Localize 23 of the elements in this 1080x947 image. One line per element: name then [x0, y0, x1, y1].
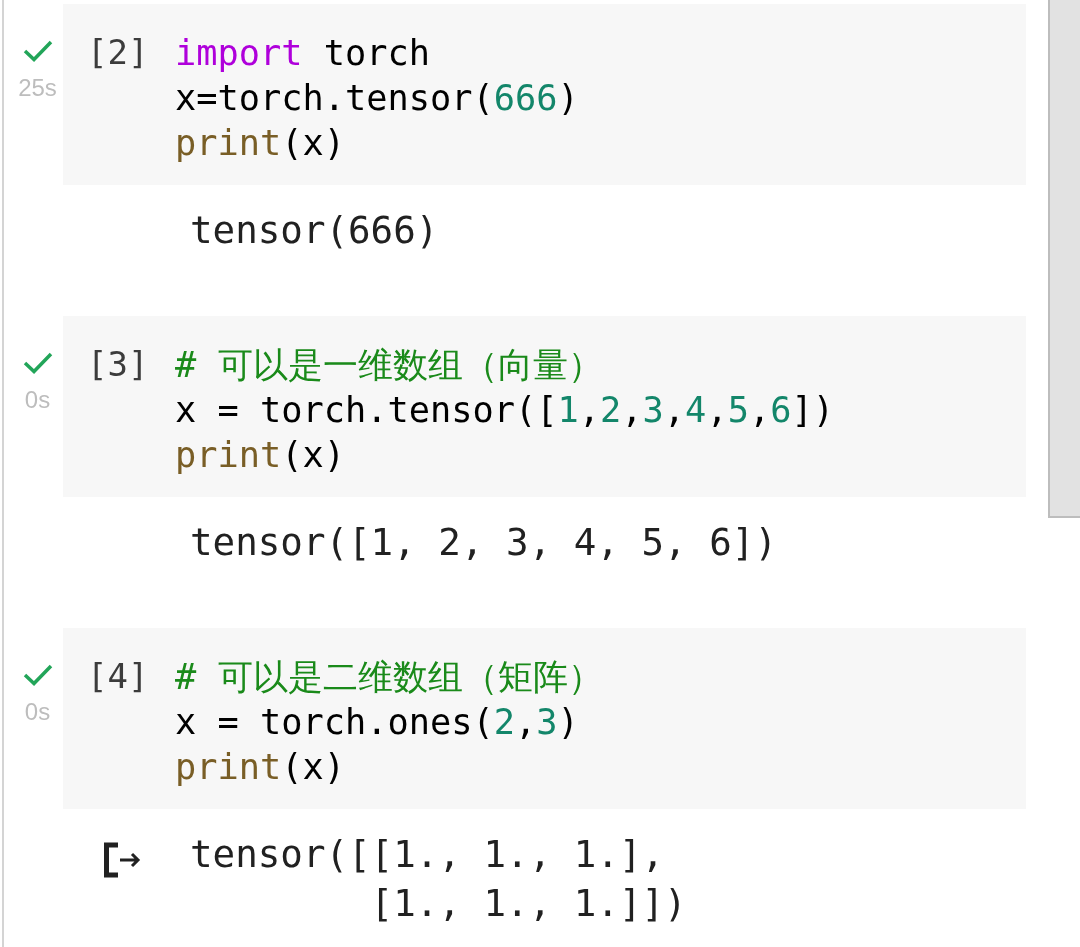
execution-count: [4] [87, 655, 150, 698]
cell-output: tensor(666) [190, 207, 439, 254]
code-line: x=torch.tensor(666) [175, 76, 579, 120]
cell-output: tensor([1, 2, 3, 4, 5, 6]) [190, 519, 777, 566]
code-line: x = torch.ones(2,3) [175, 700, 580, 744]
code-editor[interactable]: [3] # 可以是一维数组（向量） x = torch.tensor([1,2,3,4,5,6]) print(x) [63, 316, 1026, 497]
cell-duration: 0s [24, 386, 51, 414]
cell-output: tensor([[1., 1., 1.], [1., 1., 1.]]) [190, 831, 687, 927]
code-editor[interactable]: [2] import torch x=torch.tensor(666) print(x) [63, 4, 1026, 185]
code-line: print(x) [175, 433, 347, 477]
output-arrow-icon[interactable] [103, 842, 143, 878]
code-line: # 可以是一维数组（向量） [175, 343, 604, 387]
code-line: # 可以是二维数组（矩阵） [175, 655, 603, 699]
scrollbar-thumb[interactable] [1048, 0, 1080, 518]
cell-duration: 0s [24, 698, 51, 726]
code-line: print(x) [175, 121, 347, 165]
execution-count: [2] [87, 31, 150, 74]
code-line: print(x) [175, 745, 347, 789]
cell-duration: 25s [18, 74, 57, 102]
code-editor[interactable]: [4] # 可以是二维数组（矩阵） x = torch.ones(2,3) print(x) [63, 628, 1026, 809]
code-line: x = torch.tensor([1,2,3,4,5,6]) [175, 388, 834, 432]
code-line: import torch [175, 31, 432, 75]
execution-count: [3] [87, 343, 150, 386]
